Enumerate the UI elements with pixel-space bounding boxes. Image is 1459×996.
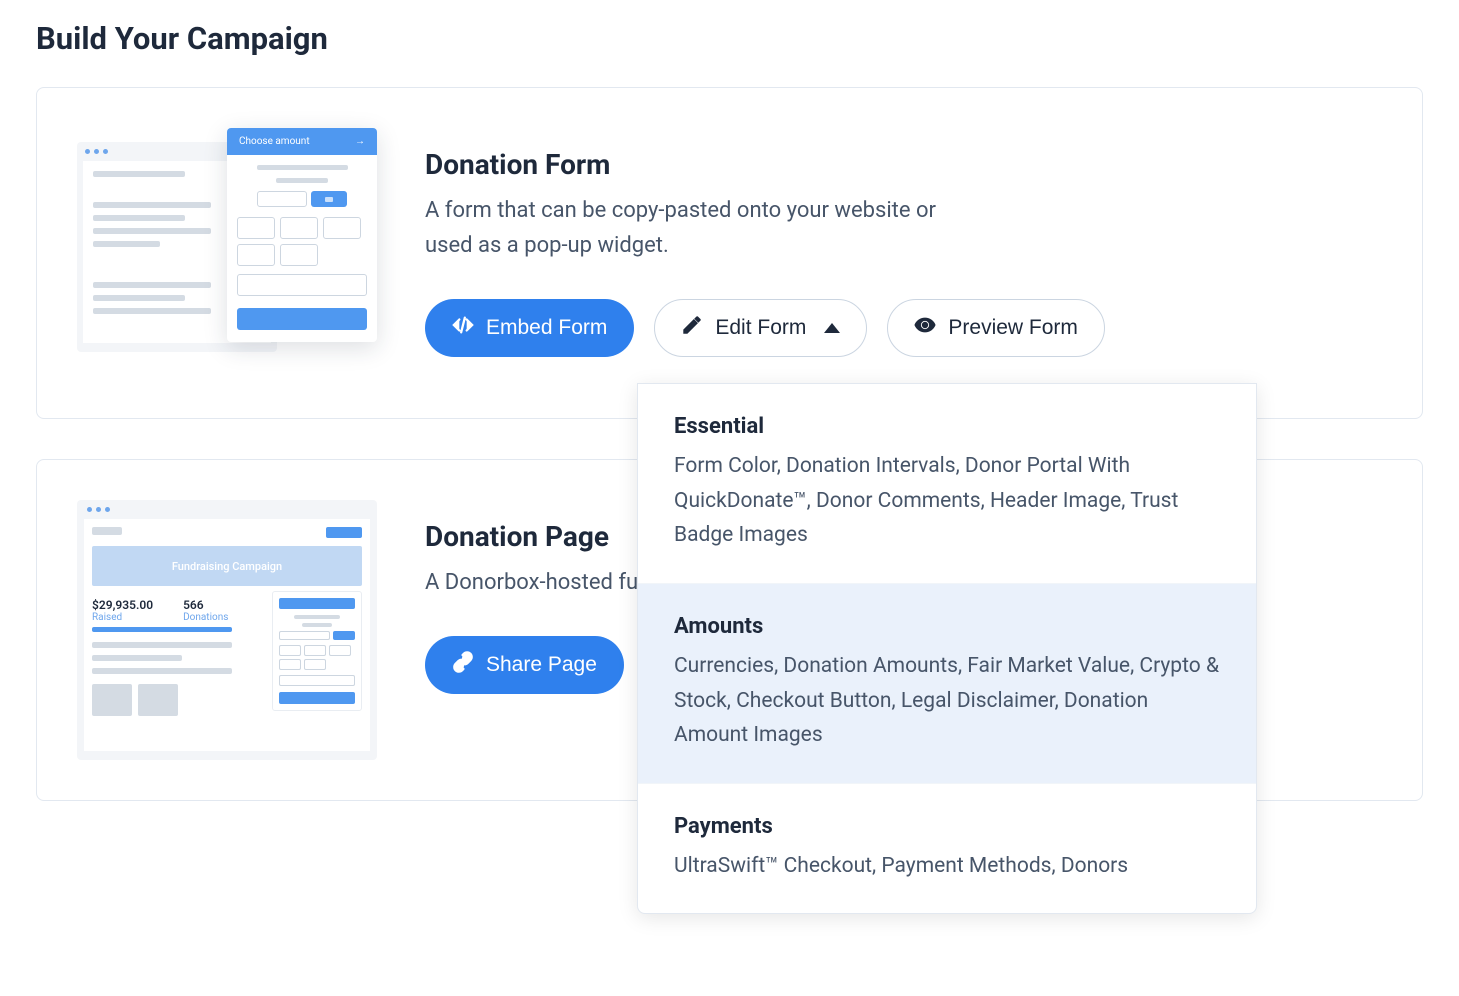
thumbnail-raised-value: $29,935.00 — [92, 598, 153, 612]
preview-form-button[interactable]: Preview Form — [887, 299, 1105, 357]
thumbnail-raised-label: Raised — [92, 612, 153, 623]
thumbnail-donations-value: 566 — [183, 598, 228, 612]
dropdown-item-desc: UltraSwift™ Checkout, Payment Methods, D… — [674, 849, 1220, 884]
share-page-button[interactable]: Share Page — [425, 636, 624, 694]
edit-form-dropdown: Essential Form Color, Donation Intervals… — [637, 383, 1257, 914]
donation-form-card: Choose amount → — [36, 87, 1423, 419]
donation-form-description: A form that can be copy-pasted onto your… — [425, 193, 985, 263]
chevron-up-icon — [824, 323, 840, 333]
thumbnail-donations-label: Donations — [183, 612, 228, 623]
dropdown-item-title: Payments — [674, 814, 1220, 839]
popup-header-text: Choose amount — [239, 136, 310, 147]
donation-form-title: Donation Form — [425, 148, 1382, 181]
donation-page-thumbnail: Fundraising Campaign $29,935.00 Raised 5… — [77, 500, 377, 760]
link-icon — [452, 651, 474, 679]
dropdown-item-desc: Currencies, Donation Amounts, Fair Marke… — [674, 649, 1220, 753]
dropdown-item-amounts[interactable]: Amounts Currencies, Donation Amounts, Fa… — [638, 584, 1256, 784]
embed-form-button[interactable]: Embed Form — [425, 299, 634, 357]
pencil-icon — [681, 314, 703, 342]
dropdown-item-payments[interactable]: Payments UltraSwift™ Checkout, Payment M… — [638, 784, 1256, 914]
dropdown-item-title: Amounts — [674, 614, 1220, 639]
thumbnail-hero-text: Fundraising Campaign — [172, 560, 282, 573]
donation-form-thumbnail: Choose amount → — [77, 128, 377, 378]
share-page-label: Share Page — [486, 653, 597, 677]
arrow-right-icon: → — [355, 136, 365, 147]
page-title: Build Your Campaign — [36, 20, 1423, 57]
embed-form-label: Embed Form — [486, 316, 607, 340]
code-icon — [452, 314, 474, 342]
eye-icon — [914, 314, 936, 342]
dropdown-item-desc: Form Color, Donation Intervals, Donor Po… — [674, 449, 1220, 553]
preview-form-label: Preview Form — [948, 316, 1078, 340]
edit-form-button[interactable]: Edit Form — [654, 299, 867, 357]
edit-form-label: Edit Form — [715, 316, 806, 340]
dropdown-item-essential[interactable]: Essential Form Color, Donation Intervals… — [638, 384, 1256, 584]
dropdown-item-title: Essential — [674, 414, 1220, 439]
